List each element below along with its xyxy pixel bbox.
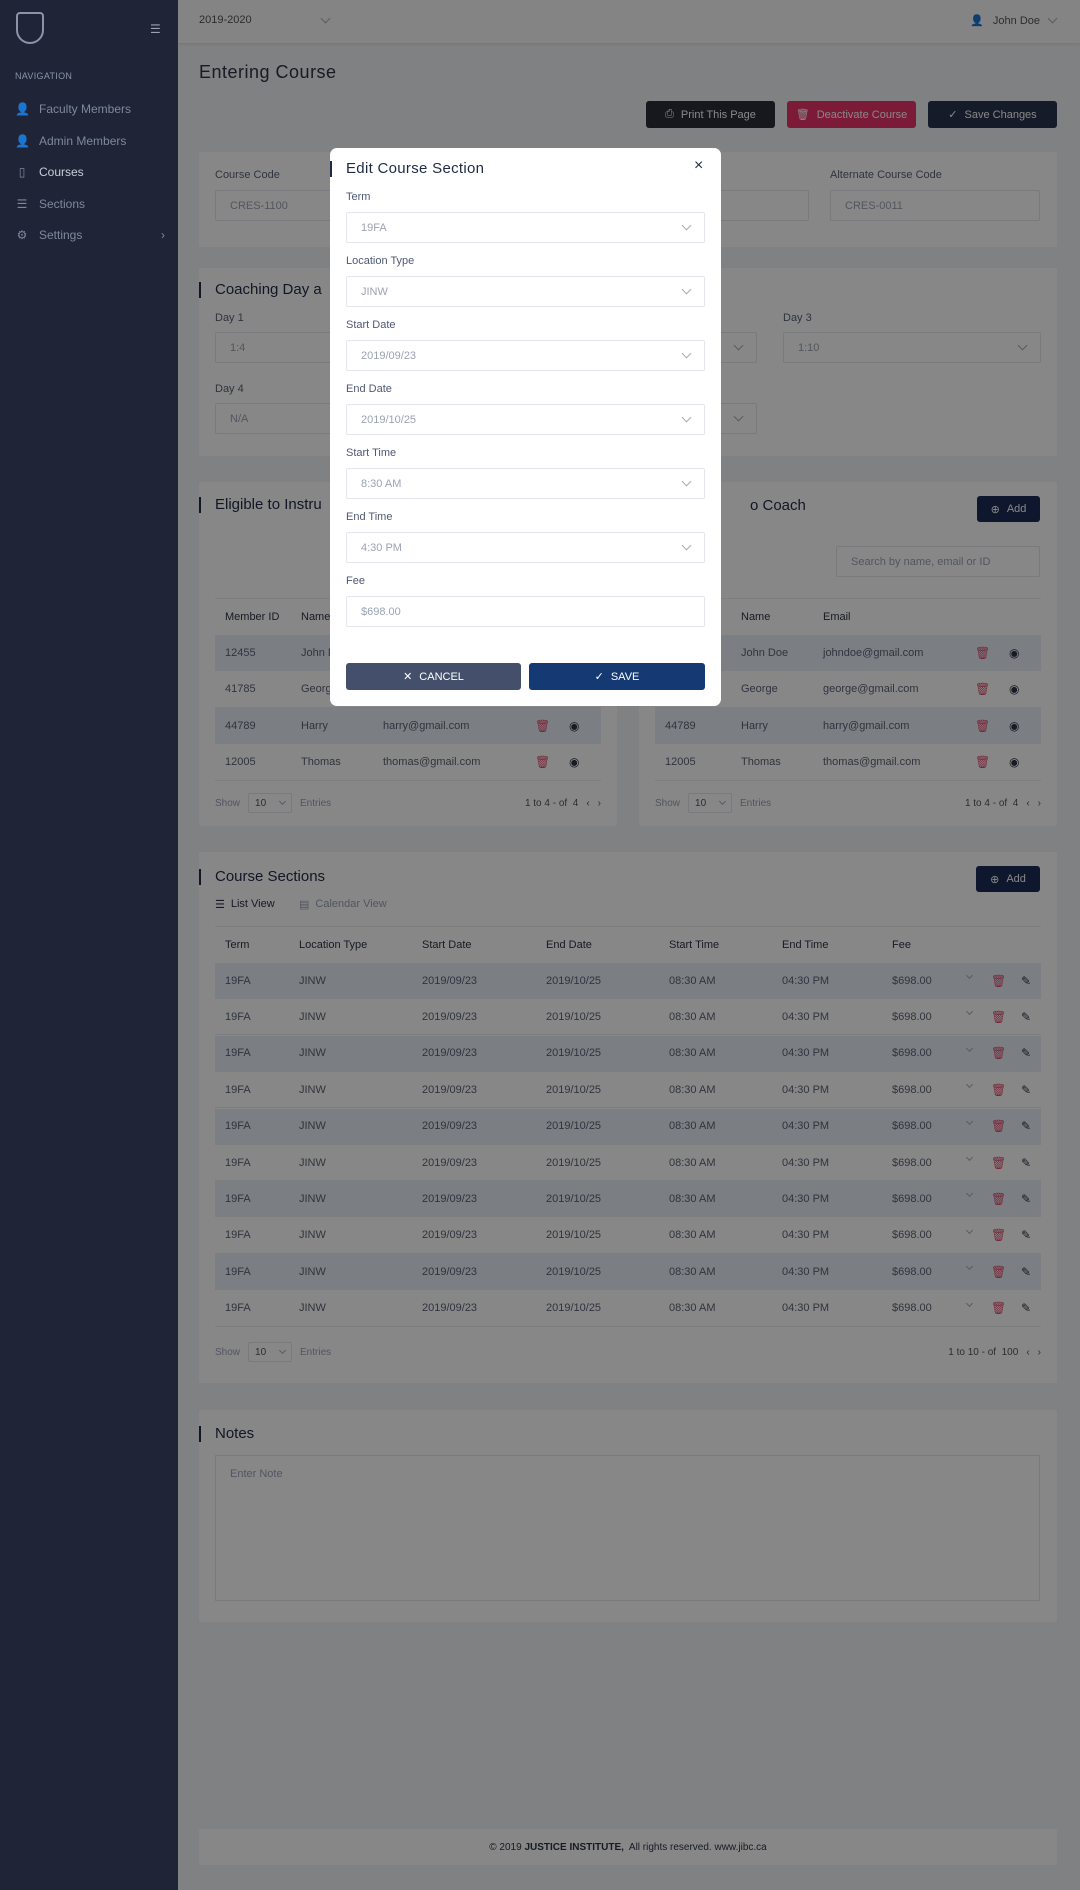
nav-heading: NAVIGATION [15,71,73,81]
end-date-label: End Date [346,383,392,395]
sidebar-item-sections[interactable]: ☰ Sections [15,194,165,214]
book-icon: ▯ [18,165,26,179]
sidebar-item-label: Admin Members [39,133,127,148]
location-type-value: JINW [361,285,388,298]
menu-toggle-icon[interactable]: ☰ [150,22,162,36]
sidebar-item-label: Faculty Members [39,102,132,116]
start-time-value: 8:30 AM [361,477,402,490]
chevron-down-icon [681,284,692,295]
sidebar-item-label: Sections [39,196,86,211]
sidebar-item-faculty-members[interactable]: 👤 Faculty Members [15,99,165,119]
start-date-label: Start Date [346,319,396,331]
start-date-value: 2019/09/23 [361,349,417,362]
end-time-select[interactable]: 4:30 PM [346,532,705,563]
logo [16,12,44,44]
sidebar-item-label: Settings [39,228,83,242]
sections-icon: ☰ [16,196,28,211]
chevron-down-icon [681,412,692,423]
end-time-value: 4:30 PM [361,541,402,554]
sidebar-item-courses[interactable]: ▯ Courses [15,162,165,182]
location-type-select[interactable]: JINW [346,276,705,307]
term-value: 19FA [361,221,387,234]
fee-label: Fee [346,575,365,587]
sidebar-item-label: Courses [39,165,84,179]
close-icon: ✕ [403,671,413,683]
start-time-select[interactable]: 8:30 AM [346,468,705,499]
chevron-down-icon [681,348,692,359]
start-time-label: Start Time [346,447,397,459]
check-icon: ✓ [594,671,604,683]
term-select[interactable]: 19FA [346,212,705,243]
user-icon: 👤 [15,133,30,148]
cancel-button[interactable]: ✕ CANCEL [346,663,521,690]
user-icon: 👤 [15,102,30,116]
chevron-down-icon [681,220,692,231]
chevron-down-icon [681,540,692,551]
start-date-select[interactable]: 2019/09/23 [346,340,705,371]
fee-value: $698.00 [361,605,401,618]
end-date-value: 2019/10/25 [361,413,417,426]
close-icon[interactable]: × [694,157,703,175]
chevron-down-icon [681,476,692,487]
sidebar: ☰ NAVIGATION 👤 Faculty Members 👤 Admin Memb… [0,0,178,1890]
end-date-select[interactable]: 2019/10/25 [346,404,705,435]
fee-input[interactable]: $698.00 [346,596,705,627]
sidebar-item-settings[interactable]: ⚙ Settings › [15,225,165,245]
edit-course-section-modal: Edit Course Section × Term 19FA Location T… [330,148,721,706]
save-button[interactable]: ✓ SAVE [529,663,705,690]
chevron-right-icon: › [161,228,165,242]
modal-title: Edit Course Section [330,161,484,177]
location-type-label: Location Type [346,255,415,267]
end-time-label: End Time [346,511,393,523]
term-label: Term [346,191,371,203]
gear-icon: ⚙ [16,228,28,242]
sidebar-item-admin-members[interactable]: 👤 Admin Members [15,131,165,151]
